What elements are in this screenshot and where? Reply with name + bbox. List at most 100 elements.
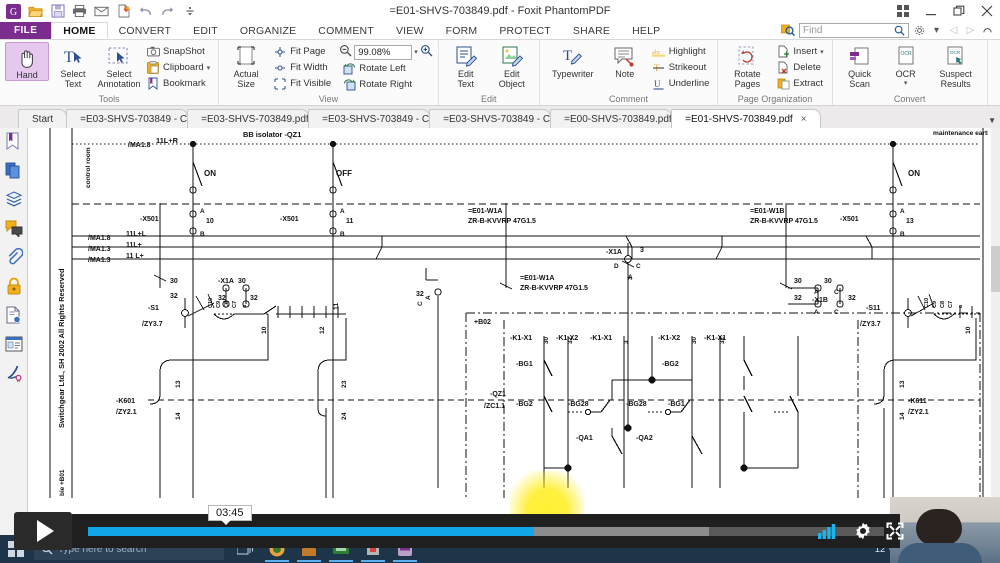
tab-help[interactable]: HELP: [621, 22, 671, 39]
tab-convert[interactable]: CONVERT: [108, 22, 183, 39]
sidebar-security-icon[interactable]: [3, 275, 25, 297]
sidebar-fields-icon[interactable]: [3, 333, 25, 355]
rotate-right-button[interactable]: Rotate Right: [339, 77, 433, 92]
email-icon[interactable]: [92, 2, 111, 21]
doc-tab-1[interactable]: =E03-SHVS-703849 - C...: [66, 109, 189, 128]
open-icon[interactable]: [26, 2, 45, 21]
fit-page-button[interactable]: Fit Page: [270, 44, 334, 59]
close-icon[interactable]: [978, 2, 996, 20]
video-play-button[interactable]: [14, 512, 72, 550]
typewriter-button[interactable]: T Typewriter: [545, 42, 601, 79]
sidebar-signatures-icon[interactable]: [3, 362, 25, 384]
video-fullscreen-icon[interactable]: [886, 522, 904, 540]
find-settings-icon[interactable]: [913, 24, 926, 37]
ocr-button[interactable]: OCR OCR ▾: [884, 42, 928, 89]
highlight-button[interactable]: abc Highlight: [649, 44, 713, 59]
ribbon-display-options-icon[interactable]: [894, 2, 912, 20]
quick-scan-button[interactable]: Quick Scan: [838, 42, 882, 89]
suspect-results-button[interactable]: OCR Suspect Results: [930, 42, 982, 89]
rotate-left-button[interactable]: Rotate Left: [339, 61, 433, 76]
sidebar-destinations-icon[interactable]: [3, 304, 25, 326]
bookmark-button[interactable]: Bookmark: [143, 76, 213, 91]
tab-comment[interactable]: COMMENT: [307, 22, 385, 39]
insert-page-icon: [776, 45, 790, 59]
actual-size-button[interactable]: Actual Size: [224, 42, 268, 89]
sidebar-pages-icon[interactable]: [3, 159, 25, 181]
doc-tab-overflow-icon[interactable]: ▼: [988, 116, 996, 125]
undo-icon[interactable]: [136, 2, 155, 21]
doc-tab-5[interactable]: =E00-SHVS-703849.pdf: [550, 109, 673, 128]
doc-tab-2[interactable]: =E03-SHVS-703849.pdf *: [187, 109, 310, 128]
doc-tab-active[interactable]: =E01-SHVS-703849.pdf ×: [671, 109, 821, 128]
tab-view[interactable]: VIEW: [385, 22, 435, 39]
webcam-person-head: [916, 509, 962, 545]
print-icon[interactable]: [70, 2, 89, 21]
customize-quick-access-icon[interactable]: [180, 2, 199, 21]
page-vertical-scrollbar[interactable]: [991, 128, 1000, 543]
scrollbar-thumb[interactable]: [991, 246, 1000, 292]
tab-form[interactable]: FORM: [435, 22, 489, 39]
search-scope-icon[interactable]: [780, 23, 795, 38]
tab-organize[interactable]: ORGANIZE: [229, 22, 307, 39]
fit-width-button[interactable]: Fit Width: [270, 60, 334, 75]
highlight-icon: abc: [651, 45, 666, 59]
zoom-out-icon[interactable]: [339, 44, 352, 60]
video-quality-icon[interactable]: [818, 523, 840, 539]
find-input[interactable]: Find: [799, 22, 909, 39]
doc-tab-close-icon[interactable]: ×: [801, 114, 807, 125]
restore-icon[interactable]: [950, 2, 968, 20]
insert-pages-button[interactable]: Insert ▾: [773, 44, 826, 59]
video-seek-track[interactable]: [88, 526, 884, 536]
create-pdf-icon[interactable]: [114, 2, 133, 21]
ribbon-group-view: Actual Size Fit Page Fit Width Fit Visib…: [218, 40, 438, 105]
svg-text:-X1B: -X1B: [812, 297, 828, 304]
edit-text-button[interactable]: Edit Text: [444, 42, 488, 89]
minimize-icon[interactable]: [922, 2, 940, 20]
underline-button[interactable]: U Underline: [649, 76, 713, 91]
help-icon[interactable]: [981, 24, 994, 37]
rotate-pages-button[interactable]: Rotate Pages: [723, 42, 771, 89]
zoom-level-input[interactable]: 99.08%: [354, 44, 413, 60]
sidebar-bookmarks-icon[interactable]: [3, 130, 25, 152]
doc-tab-start[interactable]: Start: [18, 109, 68, 128]
hand-tool-button[interactable]: Hand: [5, 42, 49, 81]
zoom-in-icon[interactable]: [420, 44, 433, 60]
doc-tab-4[interactable]: =E03-SHVS-703849 - C...: [429, 109, 552, 128]
edit-object-button[interactable]: Edit Object: [490, 42, 534, 89]
snapshot-button[interactable]: SnapShot: [143, 44, 213, 59]
select-annotation-button[interactable]: Select Annotation: [97, 42, 141, 89]
ocr-caret-icon[interactable]: ▾: [904, 79, 908, 89]
clipboard-button[interactable]: Clipboard ▾: [143, 60, 213, 75]
video-settings-gear-icon[interactable]: [853, 521, 873, 541]
find-previous-icon[interactable]: ◁: [947, 24, 960, 37]
tab-edit[interactable]: EDIT: [182, 22, 229, 39]
tab-file[interactable]: FILE: [0, 22, 52, 39]
save-icon[interactable]: [48, 2, 67, 21]
tab-home[interactable]: HOME: [51, 22, 108, 39]
doc-tab-3[interactable]: =E03-SHVS-703849 - C...: [308, 109, 431, 128]
clipboard-caret-icon[interactable]: ▾: [207, 64, 211, 72]
note-button[interactable]: Note: [603, 42, 647, 79]
fit-visible-button[interactable]: Fit Visible: [270, 76, 334, 91]
search-icon[interactable]: [894, 25, 905, 39]
sidebar-comments-icon[interactable]: [3, 217, 25, 239]
insert-caret-icon[interactable]: ▾: [820, 48, 824, 56]
select-text-button[interactable]: T Select Text: [51, 42, 95, 89]
svg-text:B: B: [900, 231, 905, 238]
find-settings-caret-icon[interactable]: ▾: [930, 24, 943, 37]
zoom-dropdown-caret-icon[interactable]: ▾: [414, 48, 418, 56]
foxit-logo-icon[interactable]: G: [4, 2, 23, 21]
pdf-sign-button[interactable]: PDF Sign ▾: [993, 42, 1000, 99]
ocr-icon: OCR: [895, 45, 917, 69]
strikeout-button[interactable]: T Strikeout: [649, 60, 713, 75]
quick-scan-label-1: Quick: [848, 69, 872, 79]
redo-icon[interactable]: [158, 2, 177, 21]
sidebar-attachments-icon[interactable]: [3, 246, 25, 268]
find-next-icon[interactable]: ▷: [964, 24, 977, 37]
tab-protect[interactable]: PROTECT: [488, 22, 562, 39]
delete-pages-button[interactable]: Delete: [773, 60, 826, 75]
sidebar-layers-icon[interactable]: [3, 188, 25, 210]
pdf-page-view[interactable]: BB isolator -QZ1 maintenance earthing sw…: [28, 128, 1000, 543]
tab-share[interactable]: SHARE: [562, 22, 621, 39]
extract-pages-button[interactable]: Extract: [773, 76, 826, 91]
